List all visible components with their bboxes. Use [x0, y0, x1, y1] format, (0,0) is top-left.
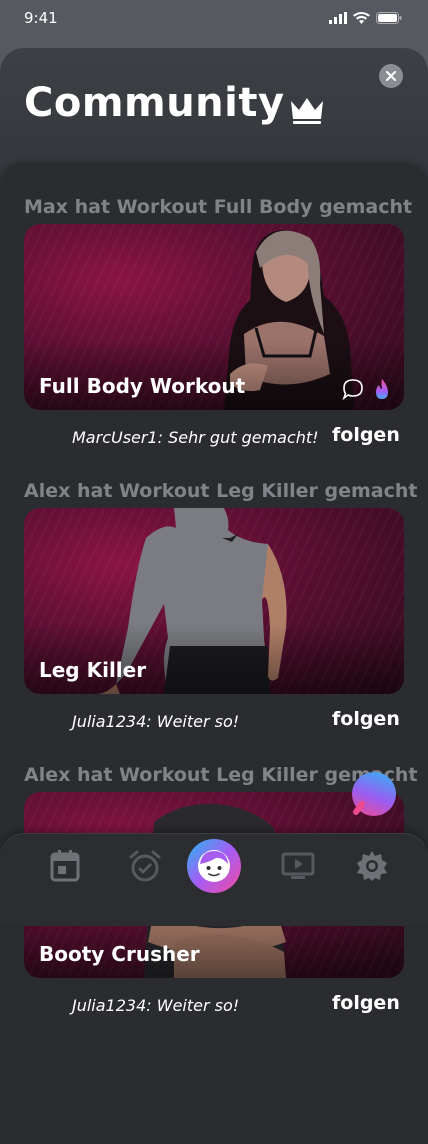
- card-actions: [342, 378, 390, 400]
- comment-icon[interactable]: [342, 378, 364, 400]
- workout-card[interactable]: Leg Killer: [24, 508, 404, 694]
- alarm-icon: [129, 850, 161, 882]
- chat-bubble-icon: [353, 801, 365, 815]
- battery-icon: [376, 12, 402, 24]
- bottom-nav: [0, 834, 428, 926]
- status-bar: 9:41: [0, 0, 428, 40]
- nav-calendar[interactable]: [47, 848, 83, 884]
- latest-comment: Julia1234: Weiter so!: [72, 712, 240, 731]
- flame-icon[interactable]: [374, 378, 390, 400]
- settings-icon: [357, 851, 387, 881]
- nav-video[interactable]: [280, 848, 316, 884]
- follow-button[interactable]: folgen: [332, 708, 400, 730]
- feed-panel: Max hat Workout Full Body gemacht Full B…: [0, 164, 428, 1144]
- status-icons: [329, 12, 402, 24]
- latest-comment: Julia1234: Weiter so!: [72, 996, 240, 1015]
- follow-button[interactable]: folgen: [332, 992, 400, 1014]
- latest-comment: MarcUser1: Sehr gut gemacht!: [72, 428, 319, 447]
- post-heading: Alex hat Workout Leg Killer gemacht: [24, 480, 418, 502]
- card-title: Leg Killer: [39, 658, 147, 682]
- wifi-icon: [353, 12, 370, 24]
- profile-face-icon: [198, 850, 230, 882]
- card-title: Full Body Workout: [39, 374, 246, 398]
- crown-icon: [291, 98, 323, 124]
- chat-button[interactable]: [352, 772, 396, 816]
- close-button[interactable]: [379, 64, 403, 88]
- card-title: Booty Crusher: [39, 942, 200, 966]
- workout-card[interactable]: Full Body Workout: [24, 224, 404, 410]
- calendar-icon: [50, 850, 80, 882]
- follow-button[interactable]: folgen: [332, 424, 400, 446]
- nav-alarm[interactable]: [127, 848, 163, 884]
- nav-settings[interactable]: [354, 848, 390, 884]
- nav-profile[interactable]: [187, 839, 241, 893]
- post-heading: Max hat Workout Full Body gemacht: [24, 196, 413, 218]
- status-time: 9:41: [24, 9, 58, 27]
- signal-icon: [329, 12, 347, 24]
- video-icon: [281, 852, 315, 879]
- close-icon: [386, 71, 396, 81]
- page-title: Community: [24, 80, 285, 126]
